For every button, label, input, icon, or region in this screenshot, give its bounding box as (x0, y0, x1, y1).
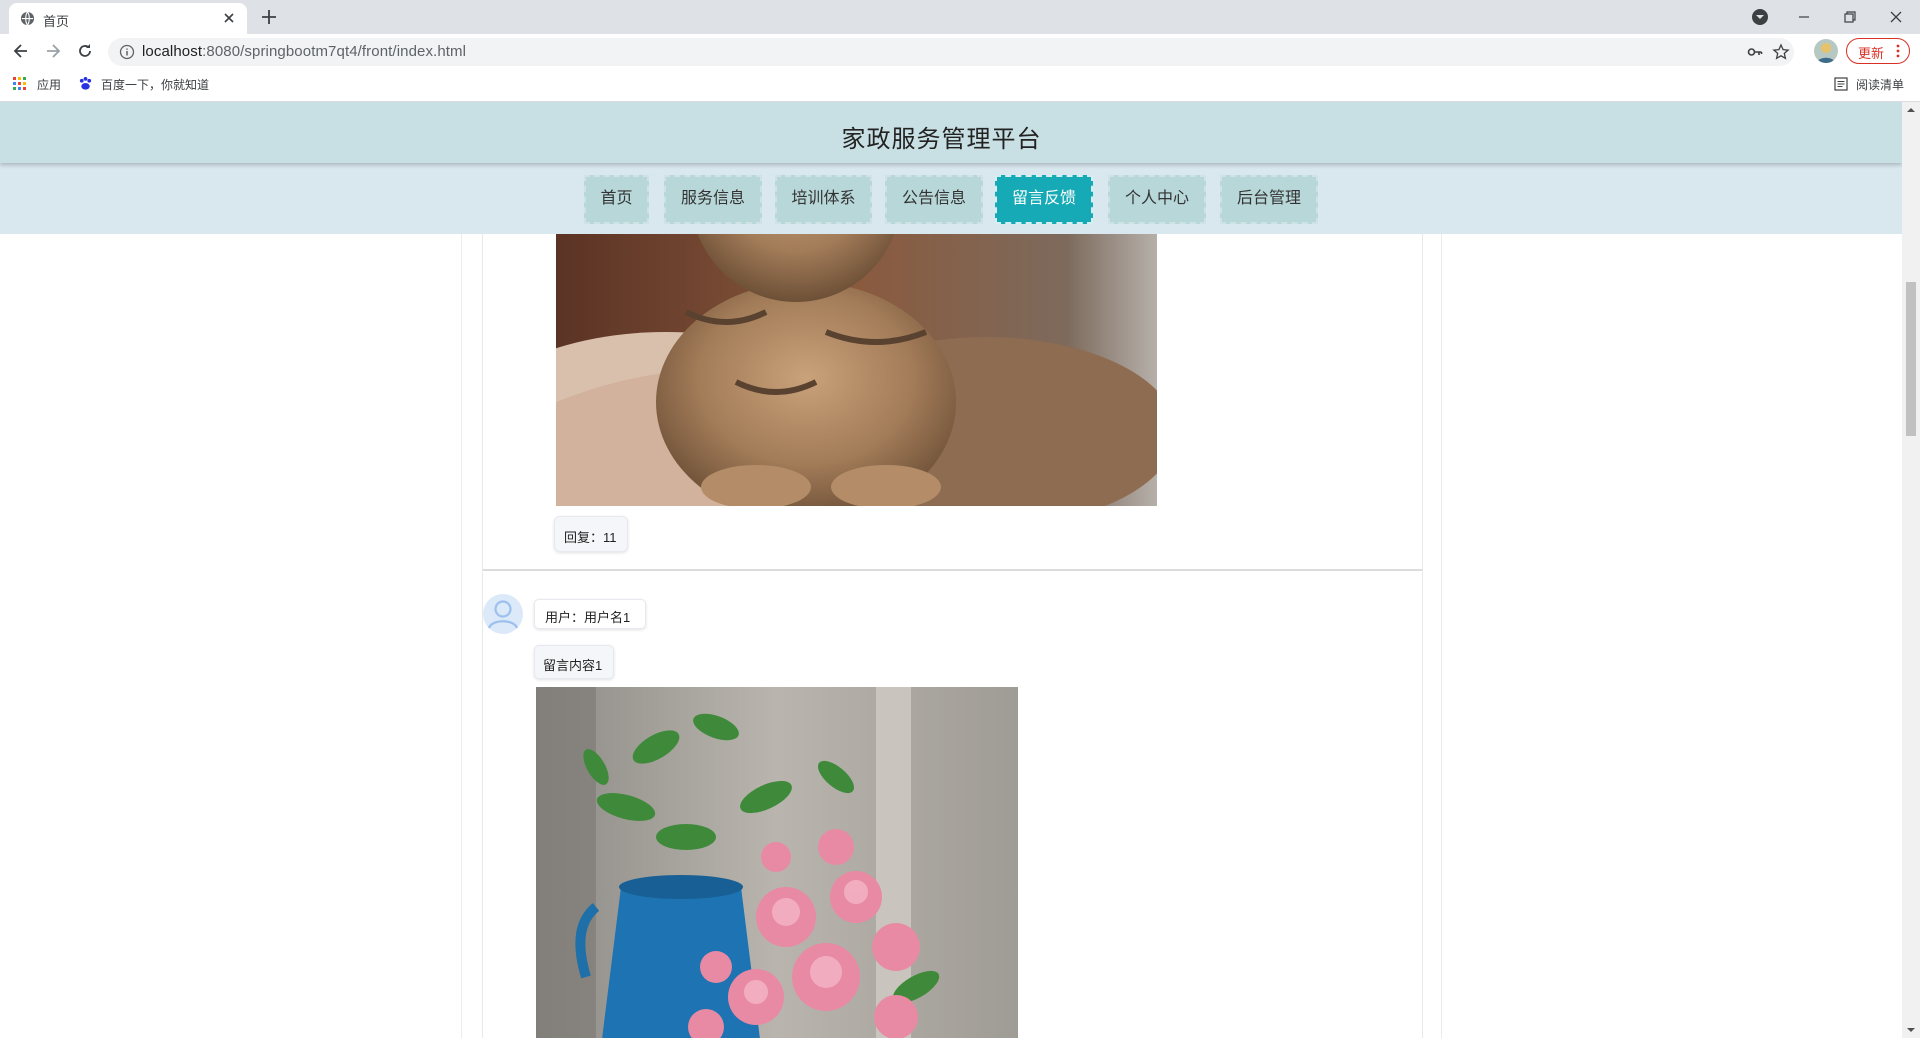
minimize-icon[interactable] (1793, 6, 1815, 28)
message-user: 用户：用户名1 (534, 599, 646, 629)
star-icon[interactable] (1772, 43, 1790, 61)
message-card: 用户：用户名1 留言内容1 (482, 572, 1423, 1038)
restore-icon[interactable] (1839, 6, 1861, 28)
site-title: 家政服务管理平台 (841, 126, 1042, 153)
nav-personal-center[interactable]: 个人中心 (1108, 175, 1206, 224)
nav-home[interactable]: 首页 (584, 175, 649, 224)
profile-avatar-icon (1817, 43, 1835, 63)
more-icon (1896, 44, 1900, 58)
bookmarks-bar: 应用 百度一下，你就知道 阅读清单 (0, 68, 1920, 102)
nav-admin[interactable]: 后台管理 (1220, 175, 1318, 224)
globe-icon (20, 11, 35, 26)
close-window-icon[interactable] (1885, 6, 1907, 28)
back-icon[interactable] (11, 41, 31, 61)
profile-dropdown-icon[interactable] (1749, 6, 1771, 28)
nav-feedback[interactable]: 留言反馈 (995, 175, 1093, 224)
close-icon[interactable] (220, 9, 238, 27)
message-list: 回复：11 用户：用户名1 留言内容1 (461, 102, 1442, 1038)
reply-badge: 回复：11 (554, 516, 628, 552)
plus-icon[interactable] (259, 7, 279, 27)
address-bar[interactable]: localhost:8080/springbootm7qt4/front/ind… (108, 38, 1794, 66)
update-label: 更新 (1858, 46, 1885, 61)
nav-notices[interactable]: 公告信息 (885, 175, 983, 224)
apps-grid-icon[interactable] (13, 77, 27, 91)
baidu-paw-icon (79, 76, 92, 90)
nav-services[interactable]: 服务信息 (664, 175, 762, 224)
scrollbar-thumb[interactable] (1906, 282, 1916, 436)
reading-list[interactable]: 阅读清单 (1856, 76, 1904, 93)
url-path: :8080/springbootm7qt4/front/index.html (202, 43, 467, 60)
message-content: 留言内容1 (534, 645, 614, 679)
reload-icon[interactable] (75, 41, 95, 61)
page-scrollbar[interactable] (1902, 102, 1920, 1038)
forward-icon[interactable] (43, 41, 63, 61)
site-header: 家政服务管理平台 (0, 102, 1902, 163)
browser-tab[interactable]: 首页 (9, 3, 247, 34)
flowers-photo-icon (536, 687, 1018, 1038)
url-text: localhost:8080/springbootm7qt4/front/ind… (142, 43, 466, 60)
nav-training[interactable]: 培训体系 (775, 175, 872, 224)
scroll-down-icon[interactable] (1907, 1026, 1915, 1034)
browser-toolbar: localhost:8080/springbootm7qt4/front/ind… (0, 34, 1920, 68)
key-icon[interactable] (1746, 43, 1764, 61)
info-icon[interactable] (119, 44, 135, 60)
main-nav: 首页 服务信息 培训体系 公告信息 留言反馈 个人中心 后台管理 (0, 163, 1902, 234)
reading-list-icon (1834, 77, 1848, 91)
bookmark-apps[interactable]: 应用 (37, 76, 61, 93)
page-viewport: 家政服务管理平台 首页 服务信息 培训体系 公告信息 留言反馈 个人中心 后台管… (0, 102, 1902, 1038)
user-avatar-icon (483, 594, 523, 634)
profile-avatar[interactable] (1814, 39, 1838, 63)
bookmark-baidu[interactable]: 百度一下，你就知道 (101, 76, 209, 93)
update-button[interactable]: 更新 (1846, 38, 1910, 64)
scroll-up-icon[interactable] (1907, 106, 1915, 114)
message-image-flowers (536, 687, 1018, 1038)
tab-strip: 首页 (0, 0, 1920, 34)
url-host: localhost (142, 43, 203, 60)
tab-title: 首页 (43, 14, 70, 29)
